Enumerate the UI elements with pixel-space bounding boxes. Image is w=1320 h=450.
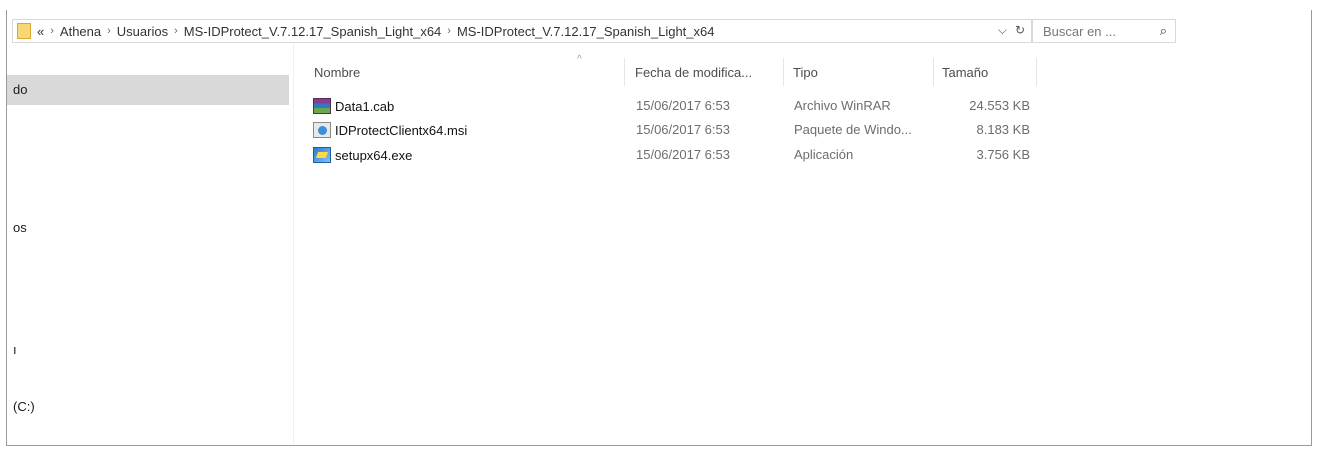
file-type: Paquete de Windo...	[794, 122, 912, 137]
column-separator[interactable]	[933, 58, 934, 86]
file-name: IDProtectClientx64.msi	[335, 122, 468, 138]
search-placeholder: Buscar en ...	[1043, 23, 1116, 39]
chevron-down-icon[interactable]: ⌵	[998, 23, 1007, 38]
column-header-size[interactable]: Tamaño	[942, 63, 988, 83]
chevron-right-icon: ›	[447, 25, 451, 37]
file-row[interactable]: setupx64.exe 15/06/2017 6:53 Aplicación …	[313, 145, 1053, 167]
sort-ascending-icon: ^	[577, 54, 582, 65]
column-separator[interactable]	[783, 58, 784, 86]
file-date: 15/06/2017 6:53	[636, 147, 730, 162]
breadcrumb-item[interactable]: Athena	[60, 24, 101, 39]
file-date: 15/06/2017 6:53	[636, 122, 730, 137]
file-size: 8.183 KB	[976, 122, 1031, 137]
chevron-right-icon: ›	[174, 25, 178, 37]
column-header-name[interactable]: Nombre	[314, 63, 360, 83]
nav-item[interactable]: ı	[13, 342, 17, 357]
column-header-date[interactable]: Fecha de modifica...	[635, 63, 752, 83]
refresh-icon[interactable]: ↻	[1015, 23, 1025, 38]
file-row[interactable]: Data1.cab 15/06/2017 6:53 Archivo WinRAR…	[313, 96, 1053, 118]
file-name: setupx64.exe	[335, 147, 413, 163]
chevron-right-icon: ›	[50, 25, 54, 37]
breadcrumb-overflow-button[interactable]: «	[37, 24, 44, 39]
breadcrumb-item[interactable]: Usuarios	[117, 24, 168, 39]
column-separator[interactable]	[624, 58, 625, 86]
winrar-archive-icon	[313, 98, 331, 114]
file-size: 3.756 KB	[976, 147, 1031, 162]
pane-divider[interactable]	[293, 44, 294, 444]
chevron-right-icon: ›	[107, 25, 111, 37]
folder-icon	[17, 23, 31, 39]
address-bar[interactable]: « › Athena › Usuarios › MS-IDProtect_V.7…	[12, 19, 1032, 43]
file-type: Archivo WinRAR	[794, 98, 891, 113]
nav-selection-highlight	[7, 75, 289, 105]
column-header-type[interactable]: Tipo	[793, 63, 818, 83]
search-icon[interactable]: ⌕	[1160, 23, 1167, 39]
column-separator[interactable]	[1036, 58, 1037, 86]
breadcrumb-item[interactable]: MS-IDProtect_V.7.12.17_Spanish_Light_x64	[184, 24, 442, 39]
navigation-pane: do os ı (C:)	[7, 44, 293, 444]
file-date: 15/06/2017 6:53	[636, 98, 730, 113]
file-row[interactable]: IDProtectClientx64.msi 15/06/2017 6:53 P…	[313, 120, 1053, 142]
nav-item[interactable]: os	[13, 220, 27, 235]
nav-item-drive-c[interactable]: (C:)	[13, 399, 35, 414]
windows-installer-icon	[313, 122, 331, 138]
file-name: Data1.cab	[335, 98, 395, 114]
column-headers: ^ Nombre Fecha de modifica... Tipo Tamañ…	[293, 52, 1053, 88]
setup-application-icon	[313, 147, 331, 163]
file-size: 24.553 KB	[969, 98, 1030, 113]
file-type: Aplicación	[794, 147, 854, 162]
nav-item[interactable]: do	[13, 82, 27, 97]
breadcrumb-item[interactable]: MS-IDProtect_V.7.12.17_Spanish_Light_x64	[457, 24, 715, 39]
search-input[interactable]: Buscar en ... ⌕	[1032, 19, 1176, 43]
